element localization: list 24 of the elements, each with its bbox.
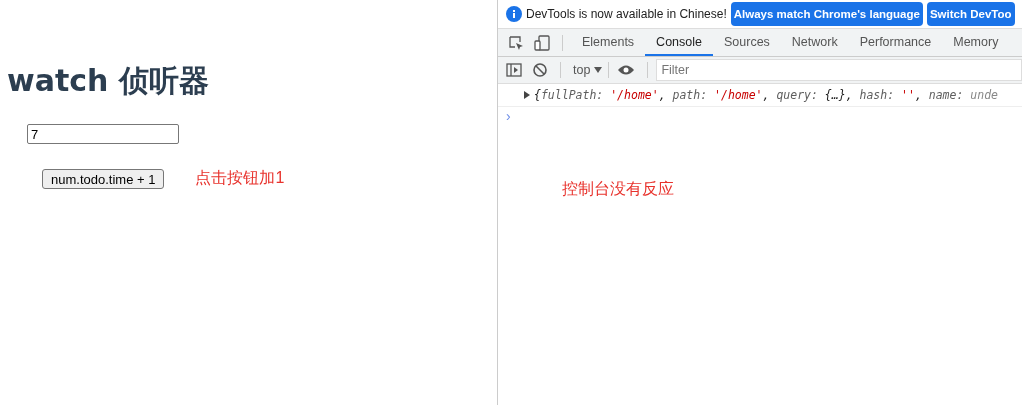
clear-console-icon[interactable]	[532, 62, 548, 78]
filter-field[interactable]: Filter	[656, 59, 1022, 81]
expand-arrow-icon[interactable]	[524, 91, 530, 99]
number-input[interactable]: 7	[27, 124, 179, 144]
caret-icon	[594, 67, 603, 73]
devtools-tab[interactable]: Memory	[942, 29, 1010, 56]
annotation-text: 控制台没有反应	[562, 180, 674, 197]
increment-button[interactable]: num.todo.time + 1	[42, 169, 165, 189]
infobar-button[interactable]: Always match Chrome's language	[730, 2, 923, 26]
console-log-entry: {fullPath: '/home', path: '/home', query: {…}, hash: '', name: unde	[534, 88, 998, 102]
sidebar-toggle-icon[interactable]	[506, 62, 522, 78]
devtools-tab[interactable]: Performance	[848, 29, 943, 56]
context-dropdown[interactable]: top	[569, 63, 607, 77]
device-toolbar-icon[interactable]	[534, 34, 550, 51]
devtools-tab[interactable]: Elements	[571, 29, 646, 56]
annotation-text: 点击按钮加1	[195, 168, 285, 188]
infobar-message: DevTools is now available in Chinese!	[526, 7, 727, 21]
eye-icon[interactable]	[617, 64, 636, 76]
devtools-tab[interactable]: Network	[780, 29, 849, 56]
infobar-button[interactable]: Switch DevToo	[926, 2, 1015, 26]
devtools-tab[interactable]: Sources	[713, 29, 781, 56]
info-icon	[506, 6, 522, 22]
inspect-icon[interactable]	[508, 34, 524, 51]
page-heading: watch 侦听器	[7, 62, 210, 100]
